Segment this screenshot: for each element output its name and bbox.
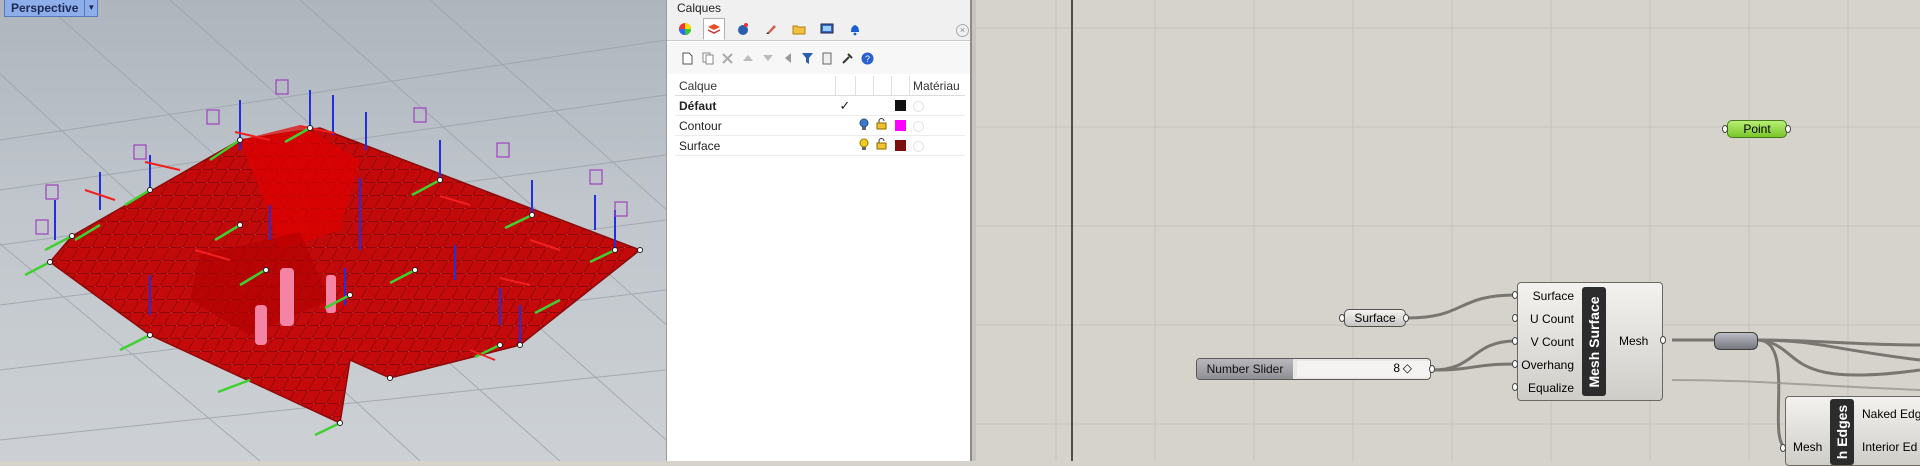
- input-overhang[interactable]: Overhang: [1521, 358, 1574, 372]
- mesh-surface-component[interactable]: Surface U Count V Count Overhang Equaliz…: [1517, 282, 1663, 401]
- layers-list: Calque Matériau Défaut ✓ Contour Surface: [675, 76, 965, 156]
- current-layer-check-icon[interactable]: ✓: [837, 98, 853, 114]
- input-port[interactable]: [1512, 291, 1518, 299]
- unlocked-icon[interactable]: [876, 138, 890, 153]
- input-port[interactable]: [1339, 314, 1345, 322]
- copy-icon[interactable]: [821, 50, 834, 66]
- output-port[interactable]: [1403, 314, 1409, 322]
- new-sublayer-icon[interactable]: [701, 50, 714, 66]
- input-port[interactable]: [1722, 125, 1728, 133]
- layer-name[interactable]: Défaut: [675, 99, 835, 113]
- slider-knob-icon[interactable]: ◇: [1403, 361, 1412, 375]
- layers-icon[interactable]: [703, 17, 725, 40]
- point-parameter[interactable]: Point: [1727, 120, 1787, 138]
- canvas-grid-and-wires: [976, 0, 1920, 461]
- layer-row-surface[interactable]: Surface: [675, 136, 965, 156]
- new-layer-icon[interactable]: [681, 50, 694, 66]
- grasshopper-canvas[interactable]: Point Surface Number Slider 8 ◇ Surface …: [976, 0, 1920, 466]
- viewport-scene: [0, 0, 666, 461]
- folder-icon[interactable]: [789, 19, 809, 39]
- input-port[interactable]: [1780, 444, 1786, 452]
- input-u-count[interactable]: U Count: [1530, 312, 1574, 326]
- chevron-down-icon[interactable]: ▼: [84, 0, 97, 16]
- layer-row-defaut[interactable]: Défaut ✓: [675, 96, 965, 116]
- move-down-icon[interactable]: [761, 50, 774, 66]
- component-name-bar: h Edges: [1830, 399, 1854, 465]
- layer-row-contour[interactable]: Contour: [675, 116, 965, 136]
- brush-icon[interactable]: [761, 19, 781, 39]
- layer-material-icon[interactable]: [913, 121, 924, 132]
- number-slider[interactable]: Number Slider 8 ◇: [1196, 358, 1431, 380]
- unlocked-icon[interactable]: [876, 118, 890, 133]
- output-mesh[interactable]: Mesh: [1619, 334, 1648, 348]
- input-mesh[interactable]: Mesh: [1793, 440, 1822, 454]
- viewport-name[interactable]: Perspective: [5, 0, 84, 16]
- component-name: h Edges: [1834, 404, 1850, 460]
- output-interior-edges[interactable]: Interior Ed: [1862, 440, 1917, 454]
- input-port[interactable]: [1512, 360, 1518, 368]
- component-name: Mesh Surface: [1586, 295, 1602, 388]
- input-surface[interactable]: Surface: [1533, 289, 1574, 303]
- panel-title: Calques: [667, 0, 973, 17]
- move-up-icon[interactable]: [741, 50, 754, 66]
- mesh-edges-component[interactable]: Mesh h Edges Naked Edg Interior Ed: [1785, 396, 1920, 466]
- filter-icon[interactable]: [801, 50, 814, 66]
- layer-material-icon[interactable]: [913, 141, 924, 152]
- input-port[interactable]: [1512, 383, 1518, 391]
- layer-name[interactable]: Surface: [675, 139, 835, 153]
- layer-color-swatch[interactable]: [895, 100, 906, 111]
- relay-node[interactable]: [1714, 332, 1758, 350]
- svg-text:?: ?: [865, 54, 870, 64]
- input-port[interactable]: [1512, 337, 1518, 345]
- lightbulb-icon[interactable]: [859, 118, 873, 134]
- display-icon[interactable]: [817, 19, 837, 39]
- column-material-header[interactable]: Matériau: [913, 79, 960, 93]
- point-parameter-label: Point: [1743, 122, 1771, 136]
- delete-icon[interactable]: [721, 50, 734, 66]
- lightbulb-icon[interactable]: [859, 138, 873, 154]
- output-port[interactable]: [1785, 125, 1791, 133]
- output-port[interactable]: [1660, 336, 1666, 344]
- layer-material-icon[interactable]: [913, 101, 924, 112]
- tools-icon[interactable]: [841, 50, 854, 66]
- column-name-header[interactable]: Calque: [675, 79, 835, 93]
- component-name-bar: Mesh Surface: [1582, 287, 1606, 396]
- input-equalize[interactable]: Equalize: [1528, 381, 1574, 395]
- surface-parameter[interactable]: Surface: [1344, 309, 1406, 327]
- perspective-viewport[interactable]: Perspective ▼: [0, 0, 666, 461]
- layer-color-swatch[interactable]: [895, 120, 906, 131]
- slider-label: Number Slider: [1197, 359, 1293, 379]
- viewport-title-tab[interactable]: Perspective ▼: [4, 0, 99, 17]
- layer-color-swatch[interactable]: [895, 140, 906, 151]
- layers-panel: Calques × ? Calque Matériau Défaut ✓ Con…: [666, 0, 973, 461]
- input-v-count[interactable]: V Count: [1531, 335, 1574, 349]
- help-icon[interactable]: ?: [861, 50, 874, 66]
- bell-icon[interactable]: [845, 19, 865, 39]
- render-icon[interactable]: [733, 19, 753, 39]
- move-left-icon[interactable]: [781, 50, 794, 66]
- color-wheel-icon[interactable]: [675, 19, 695, 39]
- layers-list-header: Calque Matériau: [675, 76, 965, 96]
- output-naked-edges[interactable]: Naked Edg: [1862, 407, 1920, 421]
- input-port[interactable]: [1512, 314, 1518, 322]
- close-icon[interactable]: ×: [956, 24, 969, 37]
- layers-toolbar: ?: [667, 42, 973, 74]
- surface-parameter-label: Surface: [1354, 311, 1396, 325]
- panel-tabs: [667, 17, 973, 41]
- output-port[interactable]: [1429, 365, 1435, 373]
- slider-value: 8: [1393, 361, 1400, 375]
- layer-name[interactable]: Contour: [675, 119, 835, 133]
